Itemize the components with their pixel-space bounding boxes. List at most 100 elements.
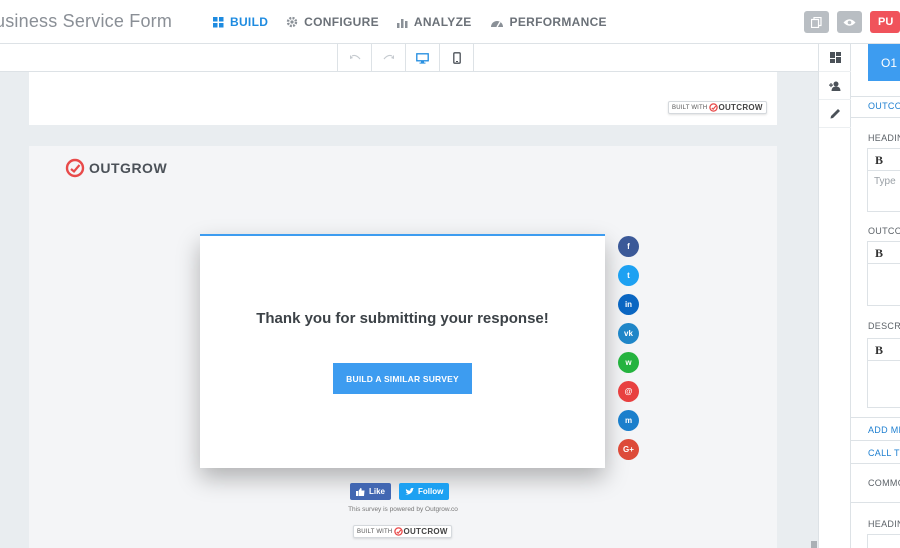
- outcome-link[interactable]: OUTCO: [868, 101, 900, 111]
- bold-button[interactable]: B: [868, 149, 900, 171]
- linkedin-share-button[interactable]: in: [618, 294, 639, 315]
- user-add-icon: [829, 81, 841, 91]
- pencil-icon: [830, 109, 840, 119]
- panel-divider: [851, 502, 900, 503]
- logo-text: OUTGROW: [89, 160, 168, 176]
- email-icon: @: [624, 387, 633, 396]
- redo-icon: [383, 54, 394, 60]
- panel-divider: [851, 463, 900, 464]
- like-label: Like: [369, 487, 386, 496]
- bold-button[interactable]: B: [868, 242, 900, 264]
- layout-icon: [830, 52, 841, 63]
- nav-build[interactable]: BUILD: [213, 15, 268, 29]
- preview-button[interactable]: [837, 11, 862, 33]
- outcome-label: OUTCO: [868, 226, 900, 236]
- nav-analyze-label: ANALYZE: [413, 15, 472, 29]
- heading-editor[interactable]: B Type: [867, 148, 900, 212]
- whatsapp-share-button[interactable]: w: [618, 352, 639, 373]
- outgrow-logo: OUTGROW: [65, 158, 167, 178]
- messenger-share-button[interactable]: m: [618, 410, 639, 431]
- add-more-link[interactable]: ADD MI: [868, 425, 900, 435]
- nav-performance-label: PERFORMANCE: [509, 15, 607, 29]
- description-editor[interactable]: B: [867, 338, 900, 408]
- google-plus-icon: G+: [623, 445, 634, 454]
- bar-chart-icon: [396, 18, 408, 28]
- rail-edit-button[interactable]: [819, 100, 852, 128]
- common-label: COMMO: [868, 478, 900, 488]
- twitter-bird-icon: [405, 487, 415, 495]
- twitter-share-button[interactable]: t: [618, 265, 639, 286]
- panel-divider: [851, 117, 900, 118]
- nav-configure[interactable]: CONFIGURE: [286, 15, 379, 29]
- nav-build-label: BUILD: [230, 15, 269, 29]
- panel-divider: [851, 440, 900, 441]
- heading-label-2: HEADIN: [868, 519, 900, 529]
- facebook-share-button[interactable]: f: [618, 236, 639, 257]
- call-to-action-link[interactable]: CALL TO: [868, 448, 900, 458]
- twitter-icon: t: [627, 271, 630, 280]
- built-with-label: BUILT WITH: [357, 528, 393, 535]
- messenger-icon: m: [624, 416, 633, 425]
- build-similar-button[interactable]: BUILD A SIMILAR SURVEY: [333, 363, 472, 394]
- vk-share-button[interactable]: vk: [618, 323, 639, 344]
- thumbs-up-icon: [356, 487, 365, 496]
- undo-icon: [349, 54, 360, 60]
- social-row: Like Follow: [350, 483, 457, 500]
- heading-editor-2[interactable]: [867, 534, 900, 548]
- main-nav: BUILD CONFIGURE ANALYZE PERFORMANCE: [213, 0, 625, 44]
- facebook-icon: f: [627, 242, 630, 251]
- gear-icon: [286, 16, 298, 28]
- powered-by-text: This survey is powered by Outgrow.co: [348, 506, 458, 513]
- share-buttons: f t in vk w @ m G+: [618, 236, 639, 468]
- side-rail: [818, 44, 852, 548]
- follow-button[interactable]: Follow: [399, 483, 450, 500]
- nav-configure-label: CONFIGURE: [304, 15, 379, 29]
- top-bar: usiness Service Form BUILD CONFIGURE ANA…: [0, 0, 900, 44]
- description-label: DESCR: [868, 321, 900, 331]
- outgrow-logo-icon: [709, 103, 719, 112]
- eye-icon: [843, 18, 856, 26]
- mobile-icon: [452, 52, 461, 64]
- rail-users-button[interactable]: [819, 72, 852, 100]
- outgrow-logo-icon: [65, 158, 85, 178]
- whatsapp-icon: w: [625, 358, 632, 367]
- panel-divider: [851, 417, 900, 418]
- linkedin-icon: in: [624, 300, 633, 309]
- built-with-badge-top[interactable]: BUILT WITH OUTCROW: [668, 101, 767, 114]
- like-button[interactable]: Like: [350, 483, 392, 500]
- heading-label: HEADIN: [868, 133, 900, 143]
- desktop-view-button[interactable]: [406, 44, 440, 72]
- email-share-button[interactable]: @: [618, 381, 639, 402]
- form-title[interactable]: usiness Service Form: [0, 11, 172, 32]
- publish-button[interactable]: PU: [870, 11, 900, 33]
- follow-label: Follow: [418, 487, 444, 496]
- grid-icon: [213, 16, 224, 27]
- bold-button[interactable]: B: [868, 339, 900, 361]
- built-with-badge-bottom[interactable]: BUILT WITH OUTCROW: [353, 525, 452, 538]
- toolbar-group: [337, 44, 474, 72]
- google-plus-share-button[interactable]: G+: [618, 439, 639, 460]
- mobile-view-button[interactable]: [440, 44, 474, 72]
- panel-divider: [851, 96, 900, 97]
- copy-icon: [811, 16, 822, 28]
- outgrow-logo-icon: [394, 527, 404, 536]
- outcome-tab-01[interactable]: O1: [868, 44, 900, 81]
- canvas-scrollbar[interactable]: [811, 541, 817, 548]
- top-actions: PU: [796, 11, 900, 33]
- desktop-icon: [416, 52, 429, 64]
- thank-you-modal: Thank you for submitting your response! …: [200, 234, 605, 468]
- settings-panel: O1 OUTCO HEADIN B Type OUTCO B DESCR B A…: [851, 44, 900, 548]
- nav-analyze[interactable]: ANALYZE: [396, 15, 472, 29]
- nav-performance[interactable]: PERFORMANCE: [490, 15, 607, 29]
- redo-button[interactable]: [372, 44, 406, 72]
- outcome-editor[interactable]: B: [867, 241, 900, 306]
- templates-button[interactable]: [804, 11, 829, 33]
- vk-icon: vk: [624, 329, 633, 338]
- editor-toolbar: [0, 44, 818, 72]
- speedometer-icon: [490, 20, 503, 27]
- rail-layout-button[interactable]: [819, 44, 852, 72]
- canvas-area[interactable]: BUILT WITH OUTCROW OUTGROW Thank you for…: [0, 72, 818, 548]
- previous-section-card: BUILT WITH OUTCROW: [29, 72, 777, 125]
- built-with-brand: OUTCROW: [403, 527, 448, 536]
- undo-button[interactable]: [338, 44, 372, 72]
